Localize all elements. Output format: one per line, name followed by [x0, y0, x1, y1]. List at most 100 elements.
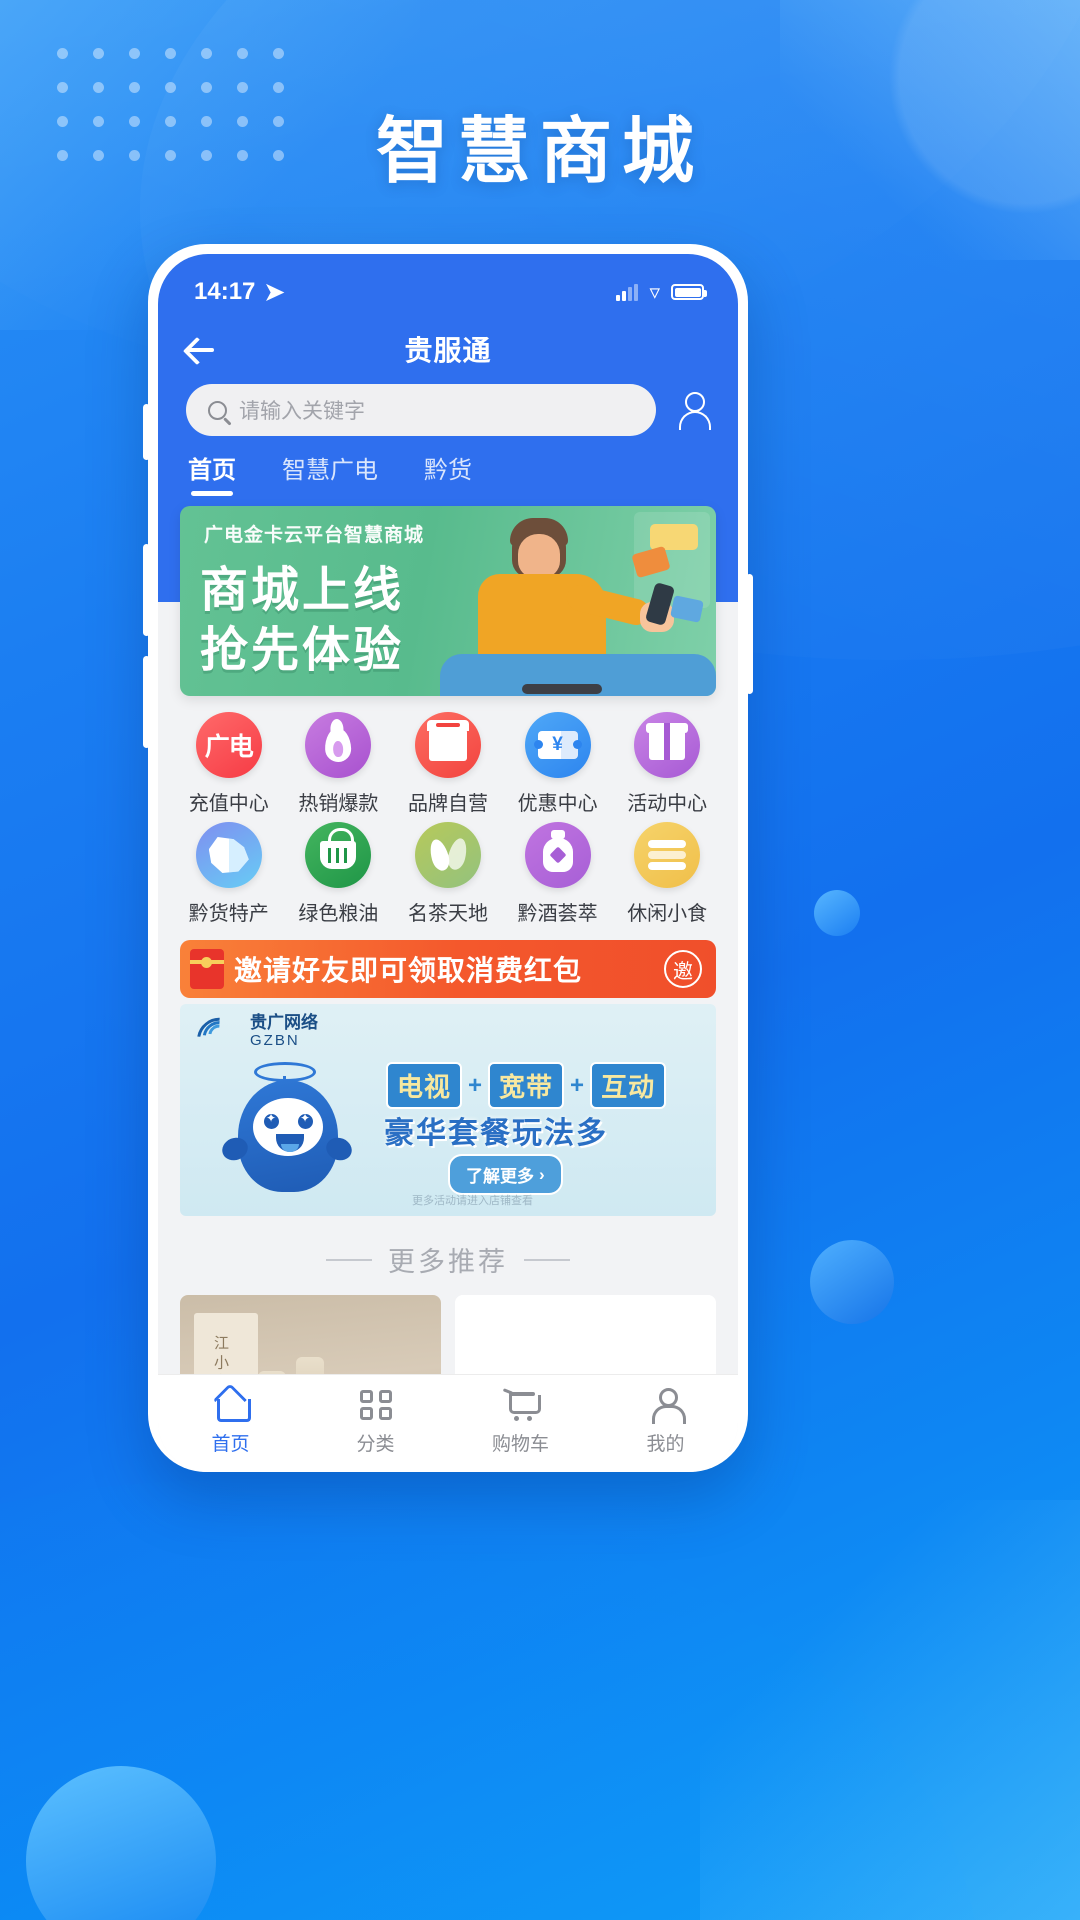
decorative-bubble-small [814, 890, 860, 936]
grid-item-hot-sale[interactable]: 热销爆款 [284, 712, 394, 816]
promo-banner[interactable]: 广电金卡云平台智慧商城 商城上线 抢先体验 [180, 506, 716, 696]
invite-banner[interactable]: 邀请好友即可领取消费红包 邀 [180, 940, 716, 998]
background-corner-bottomright [700, 1500, 1080, 1920]
product-image: 江 小 白 [180, 1295, 441, 1374]
status-bar: 14:17 ➤ ▿ [158, 254, 738, 316]
grid-label: 休闲小食 [627, 903, 708, 925]
divider-line-left [326, 1258, 372, 1261]
tabbar-label: 首页 [211, 1434, 250, 1455]
storefront-icon [414, 712, 481, 778]
ad-cta-button[interactable]: 了解更多 › [448, 1154, 563, 1195]
more-recommend-divider: 更多推荐 [158, 1216, 738, 1295]
wifi-icon: ▿ [649, 280, 660, 304]
grid-label: 优惠中心 [517, 793, 598, 815]
gzbn-ad-banner[interactable]: 贵广网络 GZBN 电视 + 宽带 + 互动 [180, 1004, 716, 1216]
coupon-yen-icon: ¥ [524, 712, 591, 778]
home-icon [213, 1387, 251, 1422]
snack-icon [634, 822, 701, 888]
location-arrow-icon: ➤ [264, 278, 285, 306]
tabbar-item-category[interactable]: 分类 [303, 1387, 448, 1456]
phone-mockup: 14:17 ➤ ▿ 贵服通 请输入关键字 首页 智慧广电 黔货 广电金卡云平台智… [143, 244, 753, 1472]
tabbar-label: 我的 [646, 1434, 685, 1455]
user-icon[interactable] [674, 390, 712, 430]
battery-icon [671, 284, 707, 300]
decorative-bubble-medium [810, 1240, 894, 1324]
ad-plus-1: + [468, 1071, 483, 1099]
grid-item-snacks[interactable]: 休闲小食 [612, 822, 722, 926]
status-time: 14:17 [194, 278, 256, 305]
tabbar-label: 分类 [356, 1434, 395, 1455]
product-image [455, 1295, 716, 1374]
wine-jar-icon [524, 822, 591, 888]
product-card[interactable]: 江 小 白 [180, 1295, 441, 1374]
grid-item-recharge[interactable]: 广电 充值中心 [174, 712, 284, 816]
cart-icon [503, 1387, 541, 1421]
gzbn-logo-cn: 贵广网络 [250, 1013, 318, 1032]
ad-plus-2: + [570, 1071, 585, 1099]
signal-bars-icon [616, 283, 639, 301]
product-card[interactable] [455, 1295, 716, 1374]
grid-label: 绿色粮油 [298, 903, 379, 925]
invite-text: 邀请好友即可领取消费红包 [234, 955, 583, 986]
ad-cta-label: 了解更多 [466, 1167, 534, 1186]
promo-illustration [426, 506, 716, 696]
search-row: 请输入关键字 [158, 378, 738, 440]
search-input[interactable]: 请输入关键字 [186, 384, 656, 436]
grid-item-famous-tea[interactable]: 名茶天地 [393, 822, 503, 926]
grid-item-activity-center[interactable]: 活动中心 [612, 712, 722, 816]
gift-icon [634, 712, 701, 778]
category-grid: 广电 充值中心 热销爆款 品牌自营 ¥ 优惠中心 活动中心 黔货特产 绿色粮油 … [158, 696, 738, 932]
tabbar-item-profile[interactable]: 我的 [593, 1387, 738, 1456]
grid-label: 名茶天地 [407, 903, 488, 925]
grid-label: 充值中心 [188, 793, 269, 815]
grid-item-liquor[interactable]: 黔酒荟萃 [503, 822, 613, 926]
promo-line2: 抢先体验 [200, 624, 405, 677]
grid-label: 黔酒荟萃 [517, 903, 598, 925]
nav-title: 贵服通 [404, 335, 492, 366]
back-arrow-icon[interactable] [184, 332, 218, 366]
tea-leaf-icon [414, 822, 481, 888]
more-recommend-label: 更多推荐 [388, 1247, 508, 1277]
map-region-icon [195, 822, 262, 888]
grid-item-coupon-center[interactable]: ¥ 优惠中心 [503, 712, 613, 816]
invite-badge: 邀 [664, 950, 702, 988]
search-icon [208, 400, 227, 420]
tabbar-label: 购物车 [491, 1434, 549, 1455]
gzbn-logo: 贵广网络 GZBN [189, 1009, 318, 1062]
blue-mascot-icon [218, 1062, 356, 1204]
search-placeholder: 请输入关键字 [239, 400, 365, 423]
tabbar-item-home[interactable]: 首页 [158, 1387, 303, 1456]
ad-fine-print: 更多活动请进入店铺查看 [412, 1195, 533, 1207]
tab-home[interactable]: 首页 [188, 450, 236, 498]
product-brand-label: 江 小 白 [212, 1335, 229, 1374]
grid-label: 黔货特产 [188, 903, 269, 925]
product-card-list: 江 小 白 [158, 1295, 738, 1374]
ad-keyword-broadband: 宽带 [488, 1062, 565, 1109]
gzbn-logo-en: GZBN [250, 1031, 300, 1049]
page-title: 智慧商城 [375, 112, 704, 192]
ad-keyword-tv: 电视 [386, 1062, 463, 1109]
promo-subtitle: 广电金卡云平台智慧商城 [204, 525, 425, 546]
phone-button-volume-up [143, 544, 150, 636]
phone-button-power [746, 574, 753, 694]
status-bar-left: 14:17 ➤ [194, 278, 285, 307]
grid-icon [358, 1387, 394, 1421]
chevron-right-icon: › [539, 1164, 545, 1184]
status-bar-right: ▿ [616, 280, 707, 304]
tabbar-item-cart[interactable]: 购物车 [448, 1387, 593, 1456]
bottom-tab-bar: 首页 分类 购物车 我的 [158, 1374, 738, 1472]
tab-smart-broadcast[interactable]: 智慧广电 [282, 450, 378, 498]
divider-line-right [524, 1258, 570, 1261]
tab-qianhuo[interactable]: 黔货 [424, 450, 472, 498]
person-icon [648, 1387, 686, 1424]
category-tabs: 首页 智慧广电 黔货 [158, 440, 738, 498]
grid-label: 活动中心 [627, 793, 708, 815]
app-header: 贵服通 请输入关键字 首页 智慧广电 黔货 [158, 316, 738, 498]
grid-item-brand-store[interactable]: 品牌自营 [393, 712, 503, 816]
flame-icon [305, 712, 372, 778]
grid-item-green-grain-oil[interactable]: 绿色粮油 [284, 822, 394, 926]
grid-item-local-specialty[interactable]: 黔货特产 [174, 822, 284, 926]
ad-headline: 豪华套餐玩法多 [384, 1117, 608, 1150]
basket-icon [305, 822, 372, 888]
scroll-content: 广电金卡云平台智慧商城 商城上线 抢先体验 广电 充值中心 热销爆款 品牌自营 … [158, 498, 738, 1374]
